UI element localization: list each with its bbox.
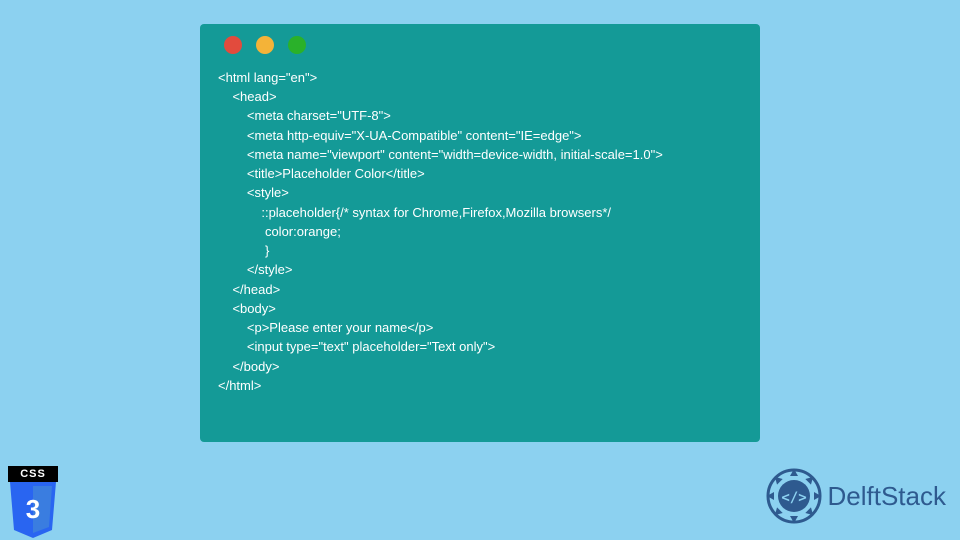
code-window: <html lang="en"> <head> <meta charset="U… — [200, 24, 760, 442]
minimize-dot-icon — [256, 36, 274, 54]
svg-text:</>: </> — [781, 490, 806, 506]
close-dot-icon — [224, 36, 242, 54]
delftstack-text: DelftStack — [828, 481, 947, 512]
css3-label: CSS — [8, 466, 58, 482]
maximize-dot-icon — [288, 36, 306, 54]
gear-icon: </> — [766, 468, 822, 524]
css3-logo-icon: CSS 3 — [8, 466, 58, 532]
code-block: <html lang="en"> <head> <meta charset="U… — [218, 68, 742, 395]
delftstack-logo: </> DelftStack — [766, 468, 947, 524]
traffic-lights — [224, 36, 742, 54]
css3-number: 3 — [26, 494, 40, 524]
